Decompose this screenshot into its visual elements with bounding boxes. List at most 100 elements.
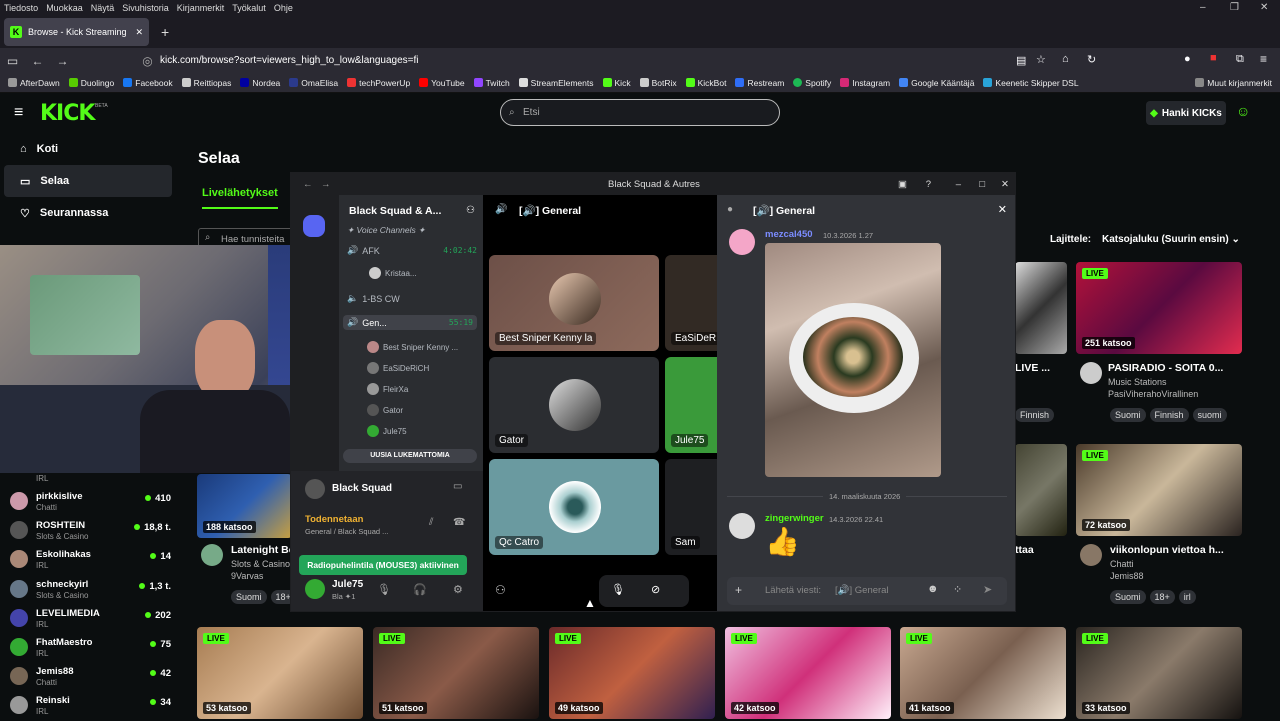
plus-icon[interactable]: +	[735, 583, 742, 597]
menu-file[interactable]: Tiedosto	[4, 3, 38, 13]
tag[interactable]: Suomi	[1110, 590, 1146, 604]
minimize-icon[interactable]: –	[956, 179, 961, 190]
tag[interactable]: 18+	[1149, 590, 1175, 604]
sidebar-channel[interactable]: LEVELIMEDIA IRL 202	[8, 605, 173, 634]
search-input[interactable]: ⌕ Etsi	[500, 99, 780, 126]
connection-channel[interactable]: General / Black Squad ...	[305, 527, 388, 536]
bookmark-nordea[interactable]: Nordea	[240, 78, 280, 88]
browser-tab-kick[interactable]: K Browse - Kick Streaming ✕	[4, 18, 149, 46]
bookmark-reittiopas[interactable]: Reittiopas	[181, 78, 231, 88]
bookmark-duolingo[interactable]: Duolingo	[68, 78, 114, 88]
bookmark-facebook[interactable]: Facebook	[123, 78, 173, 88]
forward-icon[interactable]: →	[50, 54, 75, 68]
menu-help[interactable]: Ohje	[274, 3, 293, 13]
stream-thumbnail[interactable]: LIVE 49 katsoo	[549, 627, 715, 719]
menu-bookmarks[interactable]: Kirjanmerkit	[177, 3, 225, 13]
menu-view[interactable]: Näytä	[91, 3, 115, 13]
bookmark-instagram[interactable]: Instagram	[840, 78, 890, 88]
send-icon[interactable]: ➤	[983, 583, 992, 596]
sidebar-channel[interactable]: Reinski IRL 34	[8, 692, 173, 721]
tag[interactable]: Suomi	[231, 590, 267, 604]
sidebar-channel[interactable]: FhatMaestro IRL 75	[8, 634, 173, 663]
home-icon[interactable]: ⌂	[1062, 53, 1069, 65]
bookmark-afterdawn[interactable]: AfterDawn	[8, 78, 60, 88]
sidebar-toggle-icon[interactable]: ▭	[0, 54, 25, 68]
minimize-icon[interactable]: –	[1200, 2, 1206, 13]
star-icon[interactable]: ☆	[1036, 53, 1046, 66]
message-image[interactable]	[765, 243, 941, 477]
participant-tile[interactable]: Gator	[489, 357, 659, 453]
sidebar-channel[interactable]: schneckyirl Slots & Casino 1,3 t.	[8, 576, 173, 605]
apps-icon[interactable]: ⁘	[953, 583, 962, 596]
microphone-icon[interactable]: 🎙	[377, 583, 391, 596]
stream-card-info[interactable]: LIVE ...	[1015, 362, 1050, 374]
reload-icon[interactable]: ◎	[135, 54, 160, 68]
back-icon[interactable]: ←	[25, 54, 50, 68]
new-tab-icon[interactable]: +	[161, 24, 169, 40]
get-kicks-button[interactable]: ◆ Hanki KICKs	[1146, 101, 1226, 125]
stream-thumbnail[interactable]	[1015, 262, 1067, 354]
tag[interactable]: Suomi	[1110, 408, 1146, 422]
channel-afk[interactable]: 🔊 AFK 4:02:42	[347, 245, 477, 256]
close-icon[interactable]: ✕	[1260, 2, 1268, 13]
message-input[interactable]: + Lähetä viesti: [🔊] General ☻ ⁘ ➤	[727, 577, 1007, 605]
bookmark-streamelements[interactable]: StreamElements	[518, 78, 594, 88]
sidebar-channel[interactable]: ROSHTEIN Slots & Casino 18,8 t.	[8, 517, 173, 546]
gear-icon[interactable]: ⚙	[453, 583, 463, 596]
message-author[interactable]: mezcal450	[765, 229, 813, 240]
bookmark-google-translate[interactable]: Google Kääntäjä	[899, 78, 974, 88]
bookmark-botrix[interactable]: BotRix	[639, 78, 677, 88]
help-icon[interactable]: ?	[926, 179, 931, 190]
refresh-icon[interactable]: ↻	[1087, 53, 1096, 66]
stream-thumbnail[interactable]: LIVE 51 katsoo	[373, 627, 539, 719]
avatar[interactable]: ☺	[1236, 103, 1250, 119]
stream-thumbnail[interactable]: LIVE 41 katsoo	[900, 627, 1066, 719]
member-item[interactable]: Kristaa...	[369, 267, 477, 279]
stream-card-info[interactable]: ttaa	[1015, 544, 1034, 556]
sidebar-channel[interactable]: pirkkislive Chatti 410	[8, 488, 173, 517]
sidebar-item-following[interactable]: ♡ Seurannassa	[4, 197, 172, 229]
member-item[interactable]: Gator	[367, 404, 477, 416]
stream-thumbnail[interactable]: LIVE 33 katsoo	[1076, 627, 1242, 719]
tab-live[interactable]: Livelähetykset	[202, 187, 278, 199]
participant-tile[interactable]: Sam	[665, 459, 725, 555]
server-icon[interactable]	[303, 215, 325, 237]
bookmark-youtube[interactable]: YouTube	[419, 78, 465, 88]
tag[interactable]: irl	[1178, 590, 1196, 604]
maximize-icon[interactable]: ❐	[1230, 2, 1239, 13]
close-icon[interactable]: ✕	[998, 203, 1007, 216]
tag[interactable]: suomi	[1192, 408, 1227, 422]
extension-icon[interactable]: ■	[1210, 52, 1217, 64]
channel-general[interactable]: 🔊 Gen... 55:19	[343, 315, 477, 330]
inbox-icon[interactable]: ▣	[898, 179, 907, 190]
bookmark-omaelisa[interactable]: OmaElisa	[289, 78, 338, 88]
camera-off-icon[interactable]: ⊘	[651, 583, 660, 596]
url-bar[interactable]: kick.com/browse?sort=viewers_high_to_low…	[160, 55, 418, 66]
reader-icon[interactable]: ▤	[1016, 54, 1026, 67]
stream-card-info[interactable]: PASIRADIO - SOITA 0... Music Stations Pa…	[1080, 362, 1223, 399]
bookmark-kickbot[interactable]: KickBot	[685, 78, 726, 88]
bookmark-twitch[interactable]: Twitch	[473, 78, 510, 88]
participant-tile[interactable]: Best Sniper Kenny la	[489, 255, 659, 351]
tab-close-icon[interactable]: ✕	[135, 27, 143, 38]
bookmark-restream[interactable]: Restream	[735, 78, 784, 88]
headphones-icon[interactable]: 🎧	[413, 583, 427, 596]
member-item[interactable]: EaSiDeRiCH	[367, 362, 477, 374]
user-name[interactable]: Jule75	[332, 579, 363, 590]
menu-history[interactable]: Sivuhistoria	[122, 3, 169, 13]
profile-icon[interactable]: ●	[1184, 53, 1191, 65]
channel-bs-cw[interactable]: 🔈 1-BS CW	[347, 293, 477, 304]
screen-icon[interactable]: ▭	[453, 481, 462, 492]
sidebar-item-browse[interactable]: ▭ Selaa	[4, 165, 172, 197]
bookmark-spotify[interactable]: Spotify	[793, 78, 831, 88]
close-icon[interactable]: ✕	[1001, 179, 1009, 190]
back-icon[interactable]: ←	[303, 179, 313, 190]
forward-icon[interactable]: →	[321, 179, 331, 190]
microphone-icon[interactable]: 🎙	[611, 583, 625, 596]
maximize-icon[interactable]: □	[979, 179, 985, 190]
message-author[interactable]: zingerwinger	[765, 513, 824, 524]
hamburger-menu-icon[interactable]: ≡	[1260, 52, 1267, 66]
stream-thumbnail[interactable]	[1015, 444, 1067, 536]
bookmark-keenetic[interactable]: Keenetic Skipper DSL	[983, 78, 1079, 88]
participant-tile[interactable]: Jule75	[665, 357, 725, 453]
